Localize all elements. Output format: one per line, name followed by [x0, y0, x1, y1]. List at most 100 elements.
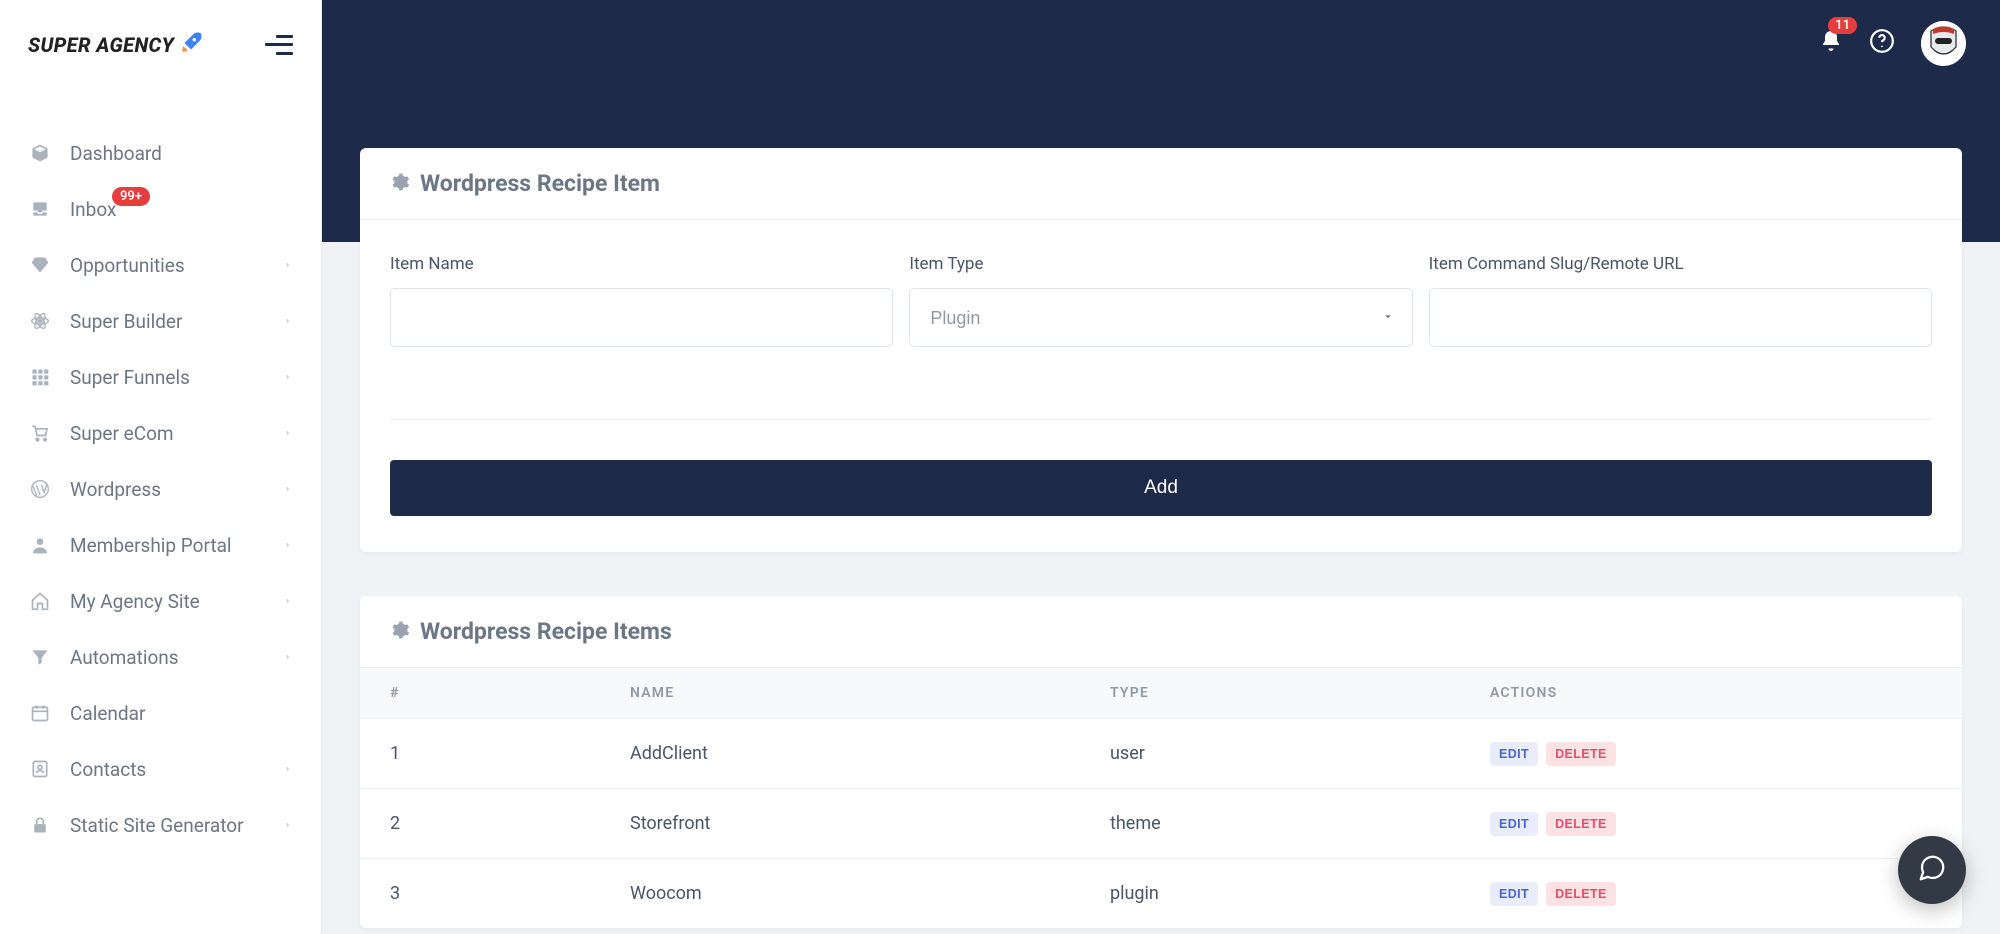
sidebar-item-label: Membership Portal [70, 534, 283, 557]
sidebar: SUPER AGENCY Dashboard Inbox99+ Opportunit… [0, 0, 322, 934]
sidebar-item-contacts[interactable]: Contacts [0, 741, 321, 797]
table-header: # NAME TYPE ACTIONS [360, 668, 1962, 718]
wordpress-icon [28, 477, 52, 501]
delete-button[interactable]: DELETE [1546, 742, 1616, 766]
edit-button[interactable]: EDIT [1490, 742, 1538, 766]
chevron-right-icon [283, 366, 293, 389]
home-icon [28, 589, 52, 613]
main: 11 Word [322, 0, 2000, 934]
sidebar-item-super-funnels[interactable]: Super Funnels [0, 349, 321, 405]
item-type-group: Item Type PluginThemeUser [909, 254, 1412, 347]
table-row: 3WoocompluginEDIT DELETE [360, 858, 1962, 928]
chevron-right-icon [283, 310, 293, 333]
sidebar-item-label: Opportunities [70, 254, 283, 277]
cell-idx: 3 [390, 883, 630, 904]
sidebar-item-label: Calendar [70, 702, 293, 725]
rocket-icon [178, 30, 204, 60]
item-slug-group: Item Command Slug/Remote URL [1429, 254, 1932, 347]
topbar: 11 [322, 0, 2000, 86]
brand-logo[interactable]: SUPER AGENCY [28, 30, 204, 60]
delete-button[interactable]: DELETE [1546, 882, 1616, 906]
cell-name: Storefront [630, 813, 1110, 834]
chevron-right-icon [283, 758, 293, 781]
table-row: 2StorefrontthemeEDITDELETE [360, 788, 1962, 858]
sidebar-item-automations[interactable]: Automations [0, 629, 321, 685]
form-card-title: Wordpress Recipe Item [420, 170, 660, 197]
help-button[interactable] [1869, 28, 1895, 58]
item-slug-input[interactable] [1429, 288, 1932, 347]
item-type-label: Item Type [909, 254, 1412, 274]
table-row: 1AddClientuserEDIT DELETE [360, 718, 1962, 788]
inbox-icon [28, 197, 52, 221]
sidebar-item-opportunities[interactable]: Opportunities [0, 237, 321, 293]
cell-name: Woocom [630, 883, 1110, 904]
cell-actions: EDIT DELETE [1490, 812, 1932, 836]
sidebar-item-inbox[interactable]: Inbox99+ [0, 181, 321, 237]
cart-icon [28, 421, 52, 445]
edit-button[interactable]: EDIT [1490, 812, 1538, 836]
chevron-right-icon [283, 478, 293, 501]
menu-toggle-icon[interactable] [265, 35, 293, 55]
sidebar-item-static-site-generator[interactable]: Static Site Generator [0, 797, 321, 853]
chevron-right-icon [283, 814, 293, 837]
divider [390, 419, 1932, 420]
item-type-select[interactable]: PluginThemeUser [909, 288, 1412, 347]
sidebar-item-calendar[interactable]: Calendar [0, 685, 321, 741]
add-button[interactable]: Add [390, 460, 1932, 516]
sidebar-header: SUPER AGENCY [0, 0, 321, 85]
chevron-right-icon [283, 534, 293, 557]
sidebar-item-membership-portal[interactable]: Membership Portal [0, 517, 321, 573]
avatar[interactable] [1921, 21, 1966, 66]
sidebar-item-dashboard[interactable]: Dashboard [0, 125, 321, 181]
help-icon [1869, 28, 1895, 58]
sidebar-item-label: Static Site Generator [70, 814, 283, 837]
calendar-icon [28, 701, 52, 725]
sidebar-item-my-agency-site[interactable]: My Agency Site [0, 573, 321, 629]
col-type: TYPE [1110, 685, 1490, 701]
sidebar-item-label: Super Funnels [70, 366, 283, 389]
edit-button[interactable]: EDIT [1490, 882, 1538, 906]
gear-icon [390, 172, 410, 196]
funnel-icon [28, 645, 52, 669]
chevron-right-icon [283, 254, 293, 277]
col-actions: ACTIONS [1490, 685, 1932, 701]
col-idx: # [390, 685, 630, 701]
notifications-button[interactable]: 11 [1819, 29, 1843, 57]
sidebar-item-wordpress[interactable]: Wordpress [0, 461, 321, 517]
form-card-header: Wordpress Recipe Item [360, 148, 1962, 220]
item-name-label: Item Name [390, 254, 893, 274]
cell-type: plugin [1110, 883, 1490, 904]
sidebar-item-label: Wordpress [70, 478, 283, 501]
lock-icon [28, 813, 52, 837]
content: Wordpress Recipe Item Item Name Item Typ… [322, 86, 2000, 934]
col-name: NAME [630, 685, 1110, 701]
recipe-items-list-card: Wordpress Recipe Items # NAME TYPE ACTIO… [360, 596, 1962, 928]
cell-idx: 2 [390, 813, 630, 834]
chevron-right-icon [283, 422, 293, 445]
sidebar-item-label: Dashboard [70, 142, 293, 165]
sidebar-item-label: Contacts [70, 758, 283, 781]
person-icon [28, 533, 52, 557]
sidebar-item-label: Super eCom [70, 422, 283, 445]
chevron-right-icon [283, 590, 293, 613]
sidebar-item-super-ecom[interactable]: Super eCom [0, 405, 321, 461]
notifications-badge: 11 [1828, 17, 1857, 34]
gear-icon [390, 620, 410, 644]
sidebar-item-super-builder[interactable]: Super Builder [0, 293, 321, 349]
list-card-title: Wordpress Recipe Items [420, 618, 672, 645]
sidebar-item-label: Inbox [70, 198, 293, 221]
brand-name: SUPER AGENCY [28, 33, 174, 57]
contacts-icon [28, 757, 52, 781]
sidebar-nav: Dashboard Inbox99+ Opportunities Super Buil… [0, 85, 321, 853]
delete-button[interactable]: DELETE [1546, 812, 1616, 836]
cell-idx: 1 [390, 743, 630, 764]
chat-fab[interactable] [1898, 836, 1966, 904]
item-name-input[interactable] [390, 288, 893, 347]
sidebar-badge: 99+ [112, 187, 150, 206]
cell-name: AddClient [630, 743, 1110, 764]
chevron-right-icon [283, 646, 293, 669]
cell-type: user [1110, 743, 1490, 764]
cell-actions: EDIT DELETE [1490, 882, 1932, 906]
grid-icon [28, 365, 52, 389]
list-card-header: Wordpress Recipe Items [360, 596, 1962, 668]
